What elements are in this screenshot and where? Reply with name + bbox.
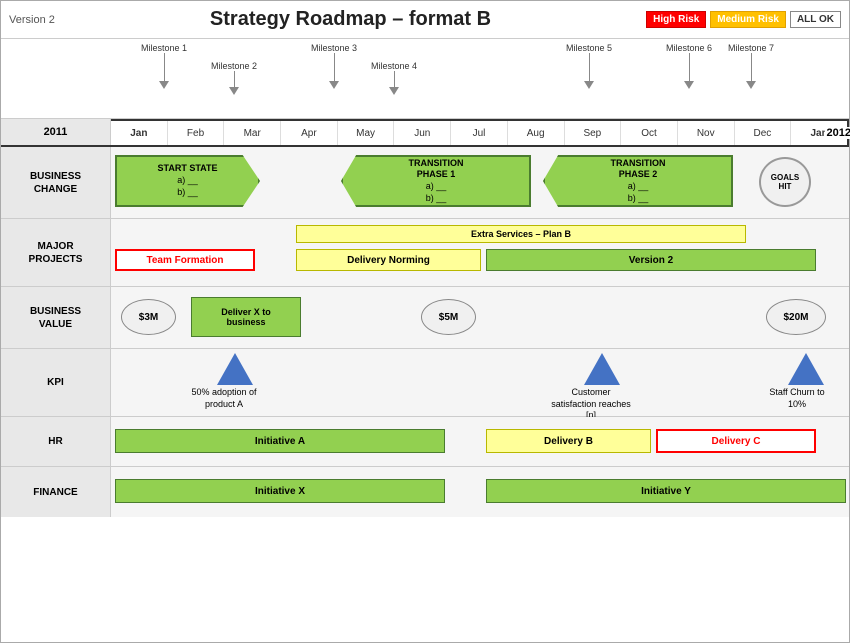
month-may: May bbox=[337, 121, 394, 145]
kpi2-triangle-icon bbox=[584, 353, 620, 385]
kpi3-triangle-container: Staff Churn to 10% bbox=[779, 353, 832, 410]
transition2-shape: TRANSITIONPHASE 2a) __b) __ bbox=[543, 155, 733, 207]
kpi1-triangle-icon bbox=[217, 353, 253, 385]
version-label: Version 2 bbox=[9, 14, 55, 26]
milestone-1: Milestone 1 bbox=[141, 43, 187, 89]
months-bar: Jan Feb Mar Apr May Jun Jul Aug Sep Oct … bbox=[111, 119, 849, 145]
all-ok-legend: ALL OK bbox=[790, 11, 841, 28]
legend: High Risk Medium Risk ALL OK bbox=[646, 11, 841, 28]
month-dec: Dec bbox=[734, 121, 791, 145]
month-jan: Jan bbox=[111, 121, 167, 145]
transition2-text: TRANSITIONPHASE 2a) __b) __ bbox=[611, 158, 666, 205]
kpi-content: 50% adoption of product A Customer satis… bbox=[111, 349, 849, 416]
delivery-norming-bar: Delivery Norming bbox=[296, 249, 481, 271]
high-risk-legend: High Risk bbox=[646, 11, 706, 28]
kpi3-triangle-icon bbox=[788, 353, 824, 385]
business-value-label: BUSINESSVALUE bbox=[1, 287, 111, 348]
medium-risk-legend: Medium Risk bbox=[710, 11, 786, 28]
milestone-7: Milestone 7 bbox=[728, 43, 774, 89]
kpi3-label: Staff Churn to 10% bbox=[762, 387, 832, 410]
kpi-label: KPI bbox=[1, 349, 111, 416]
milestone-4: Milestone 4 bbox=[371, 61, 417, 95]
milestone-area: Milestone 1 Milestone 2 Milestone 3 Mile… bbox=[111, 39, 849, 119]
business-change-row: BUSINESSCHANGE START STATEa) __b) __ TRA… bbox=[1, 147, 849, 219]
business-value-row: BUSINESSVALUE $3M Deliver X tobusiness $… bbox=[1, 287, 849, 349]
version2-bar: Version 2 bbox=[486, 249, 816, 271]
month-mar: Mar bbox=[223, 121, 280, 145]
goals-hit-shape: GOALSHIT bbox=[759, 157, 811, 207]
header: Version 2 Strategy Roadmap – format B Hi… bbox=[1, 1, 849, 39]
finance-label: FINANCE bbox=[1, 467, 111, 517]
milestone-5: Milestone 5 bbox=[566, 43, 612, 89]
business-change-label: BUSINESSCHANGE bbox=[1, 147, 111, 218]
milestone-2: Milestone 2 bbox=[211, 61, 257, 95]
major-projects-row: MAJORPROJECTS Extra Services – Plan B Te… bbox=[1, 219, 849, 287]
business-change-content: START STATEa) __b) __ TRANSITIONPHASE 1a… bbox=[111, 147, 849, 218]
initiative-y-bar: Initiative Y bbox=[486, 479, 846, 503]
hr-row: HR Initiative A Delivery B Delivery C bbox=[1, 417, 849, 467]
delivery-b-bar: Delivery B bbox=[486, 429, 651, 453]
s3m-shape: $3M bbox=[121, 299, 176, 335]
kpi1-triangle-container: 50% adoption of product A bbox=[206, 353, 264, 410]
year-left-label: 2011 bbox=[1, 119, 111, 145]
s5m-shape: $5M bbox=[421, 299, 476, 335]
initiative-a-bar: Initiative A bbox=[115, 429, 445, 453]
finance-content: Initiative X Initiative Y bbox=[111, 467, 849, 517]
delivery-c-bar: Delivery C bbox=[656, 429, 816, 453]
major-projects-label: MAJORPROJECTS bbox=[1, 219, 111, 286]
month-jul: Jul bbox=[450, 121, 507, 145]
hr-content: Initiative A Delivery B Delivery C bbox=[111, 417, 849, 466]
transition1-shape: TRANSITIONPHASE 1a) __b) __ bbox=[341, 155, 531, 207]
page: Version 2 Strategy Roadmap – format B Hi… bbox=[0, 0, 850, 643]
month-nov: Nov bbox=[677, 121, 734, 145]
month-apr: Apr bbox=[280, 121, 337, 145]
s20m-shape: $20M bbox=[766, 299, 826, 335]
start-state-text: START STATEa) __b) __ bbox=[158, 163, 218, 198]
milestone-3: Milestone 3 bbox=[311, 43, 357, 89]
team-formation-bar: Team Formation bbox=[115, 249, 255, 271]
initiative-x-bar: Initiative X bbox=[115, 479, 445, 503]
hr-label: HR bbox=[1, 417, 111, 466]
timeline-area: Milestone 1 Milestone 2 Milestone 3 Mile… bbox=[1, 39, 849, 119]
month-aug: Aug bbox=[507, 121, 564, 145]
extra-services-bar: Extra Services – Plan B bbox=[296, 225, 746, 243]
transition1-text: TRANSITIONPHASE 1a) __b) __ bbox=[409, 158, 464, 205]
month-oct: Oct bbox=[620, 121, 677, 145]
deliver-x-shape: Deliver X tobusiness bbox=[191, 297, 301, 337]
start-state-shape: START STATEa) __b) __ bbox=[115, 155, 260, 207]
business-value-content: $3M Deliver X tobusiness $5M $20M bbox=[111, 287, 849, 348]
month-year-bar: 2011 Jan Feb Mar Apr May Jun Jul Aug Sep… bbox=[1, 119, 849, 147]
month-sep: Sep bbox=[564, 121, 621, 145]
kpi1-label: 50% adoption of product A bbox=[184, 387, 264, 410]
page-title: Strategy Roadmap – format B bbox=[55, 8, 646, 31]
milestone-6: Milestone 6 bbox=[666, 43, 712, 89]
finance-row: FINANCE Initiative X Initiative Y bbox=[1, 467, 849, 517]
month-feb: Feb bbox=[167, 121, 224, 145]
major-projects-content: Extra Services – Plan B Team Formation D… bbox=[111, 219, 849, 286]
kpi2-triangle-container: Customer satisfaction reaches [n] bbox=[573, 353, 631, 422]
month-jun: Jun bbox=[393, 121, 450, 145]
year-right-label: 2012 bbox=[825, 127, 850, 139]
kpi-row: KPI 50% adoption of product A Customer s… bbox=[1, 349, 849, 417]
